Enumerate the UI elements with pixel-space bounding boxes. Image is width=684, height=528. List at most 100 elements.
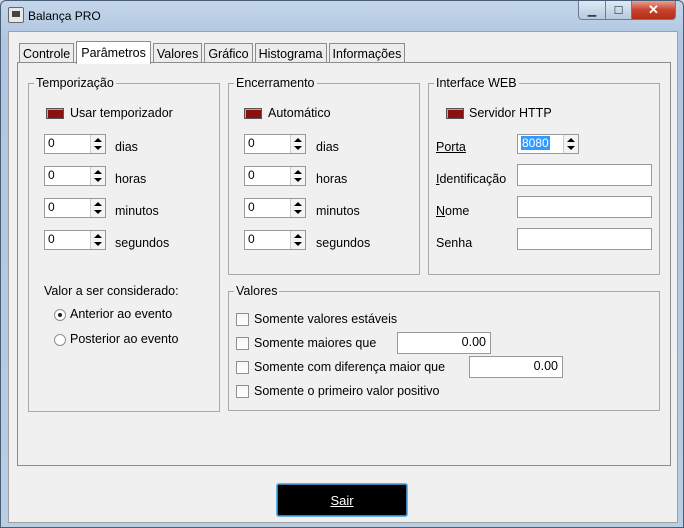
spin-down-icon[interactable] — [94, 242, 102, 246]
posterior-label[interactable]: Posterior ao evento — [70, 332, 178, 346]
spin-up-icon[interactable] — [294, 202, 302, 206]
minutos-label: minutos — [316, 204, 360, 218]
spin-up-icon[interactable] — [567, 138, 575, 142]
tab-grafico[interactable]: Gráfico — [204, 43, 253, 64]
encerramento-minutos-spin[interactable]: 0 — [244, 198, 306, 218]
spin-arrows[interactable] — [290, 135, 305, 153]
spin-up-icon[interactable] — [94, 202, 102, 206]
spin-value: 0 — [48, 200, 55, 214]
interface-web-title: Interface WEB — [434, 76, 519, 91]
maiores-checkbox[interactable] — [236, 337, 249, 350]
spin-arrows[interactable] — [90, 199, 105, 217]
servidor-http-toggle[interactable] — [446, 108, 464, 119]
maximize-button[interactable]: ☐ — [606, 1, 632, 20]
spin-up-icon[interactable] — [94, 138, 102, 142]
senha-field[interactable] — [517, 228, 652, 250]
spin-down-icon[interactable] — [94, 146, 102, 150]
spin-value: 0 — [248, 232, 255, 246]
minimize-button[interactable]: ▁ — [578, 1, 606, 20]
diferenca-checkbox[interactable] — [236, 361, 249, 374]
spin-value: 0 — [48, 136, 55, 150]
spin-down-icon[interactable] — [94, 178, 102, 182]
temporizador-label: Usar temporizador — [70, 106, 173, 120]
porta-label: Porta — [436, 140, 466, 154]
app-icon[interactable] — [8, 7, 24, 23]
diferenca-label[interactable]: Somente com diferença maior que — [254, 360, 445, 374]
spin-arrows[interactable] — [290, 231, 305, 249]
valor-considerado-label: Valor a ser considerado: — [44, 284, 179, 298]
diferenca-value: 0.00 — [533, 359, 558, 373]
spin-up-icon[interactable] — [294, 138, 302, 142]
temporizacao-horas-spin[interactable]: 0 — [44, 166, 106, 186]
spin-down-icon[interactable] — [294, 178, 302, 182]
temporizacao-dias-spin[interactable]: 0 — [44, 134, 106, 154]
title-bar[interactable]: Balança PRO ▁ ☐ ✕ — [1, 1, 683, 29]
temporizacao-minutos-spin[interactable]: 0 — [44, 198, 106, 218]
spin-arrows[interactable] — [290, 199, 305, 217]
spin-down-icon[interactable] — [94, 210, 102, 214]
encerramento-horas-spin[interactable]: 0 — [244, 166, 306, 186]
app-window: Balança PRO ▁ ☐ ✕ Controle Parâmetros Va… — [0, 0, 684, 528]
parametros-panel: Temporização Usar temporizador 0 dias 0 … — [17, 62, 671, 466]
estaveis-checkbox[interactable] — [236, 313, 249, 326]
nome-field[interactable] — [517, 196, 652, 218]
spin-down-icon[interactable] — [294, 146, 302, 150]
interface-web-group: Interface WEB Servidor HTTP Porta 8080 I… — [428, 76, 660, 275]
spin-arrows[interactable] — [90, 167, 105, 185]
tab-parametros[interactable]: Parâmetros — [76, 41, 151, 64]
minutos-label: minutos — [115, 204, 159, 218]
anterior-radio[interactable] — [54, 309, 66, 321]
maiores-value: 0.00 — [461, 335, 486, 349]
spin-value: 0 — [48, 232, 55, 246]
temporizador-toggle[interactable] — [46, 108, 64, 119]
segundos-label: segundos — [115, 236, 170, 250]
dias-label: dias — [115, 140, 138, 154]
spin-value: 0 — [248, 200, 255, 214]
sair-button[interactable]: Sair — [277, 484, 407, 516]
valores-title: Valores — [234, 284, 280, 299]
positivo-checkbox[interactable] — [236, 385, 249, 398]
spin-up-icon[interactable] — [94, 170, 102, 174]
diferenca-field[interactable]: 0.00 — [469, 356, 563, 378]
tab-valores[interactable]: Valores — [152, 43, 203, 64]
identificacao-field[interactable] — [517, 164, 652, 186]
spin-down-icon[interactable] — [294, 242, 302, 246]
temporizacao-segundos-spin[interactable]: 0 — [44, 230, 106, 250]
tab-informacoes[interactable]: Informações — [328, 43, 406, 64]
automatico-toggle[interactable] — [244, 108, 262, 119]
valores-group: Valores Somente valores estáveis Somente… — [228, 284, 660, 411]
spin-up-icon[interactable] — [294, 234, 302, 238]
encerramento-segundos-spin[interactable]: 0 — [244, 230, 306, 250]
encerramento-dias-spin[interactable]: 0 — [244, 134, 306, 154]
spin-up-icon[interactable] — [294, 170, 302, 174]
nome-label: Nome — [436, 204, 470, 218]
maiores-field[interactable]: 0.00 — [397, 332, 491, 354]
spin-value: 0 — [248, 136, 255, 150]
tab-histograma[interactable]: Histograma — [254, 43, 327, 64]
anterior-label[interactable]: Anterior ao evento — [70, 307, 172, 321]
maximize-icon: ☐ — [613, 4, 624, 17]
close-button[interactable]: ✕ — [632, 1, 676, 20]
tab-controle[interactable]: Controle — [19, 43, 75, 64]
encerramento-group: Encerramento Automático 0 dias 0 horas 0 — [228, 76, 420, 275]
porta-value[interactable]: 8080 — [521, 136, 550, 150]
identificacao-label-text: dentificação — [439, 172, 507, 186]
spin-arrows[interactable] — [90, 231, 105, 249]
identificacao-label: Identificação — [436, 172, 507, 186]
spin-down-icon[interactable] — [567, 146, 575, 150]
temporizacao-title: Temporização — [34, 76, 116, 91]
spin-arrows[interactable] — [90, 135, 105, 153]
spin-arrows[interactable] — [290, 167, 305, 185]
porta-spin[interactable]: 8080 — [517, 134, 579, 154]
window-title: Balança PRO — [28, 9, 101, 23]
segundos-label: segundos — [316, 236, 371, 250]
maiores-label[interactable]: Somente maiores que — [254, 336, 376, 350]
estaveis-label[interactable]: Somente valores estáveis — [254, 312, 397, 326]
posterior-radio[interactable] — [54, 334, 66, 346]
close-icon: ✕ — [648, 2, 659, 17]
spin-arrows[interactable] — [563, 135, 578, 153]
horas-label: horas — [115, 172, 147, 186]
spin-up-icon[interactable] — [94, 234, 102, 238]
spin-down-icon[interactable] — [294, 210, 302, 214]
positivo-label[interactable]: Somente o primeiro valor positivo — [254, 384, 440, 398]
